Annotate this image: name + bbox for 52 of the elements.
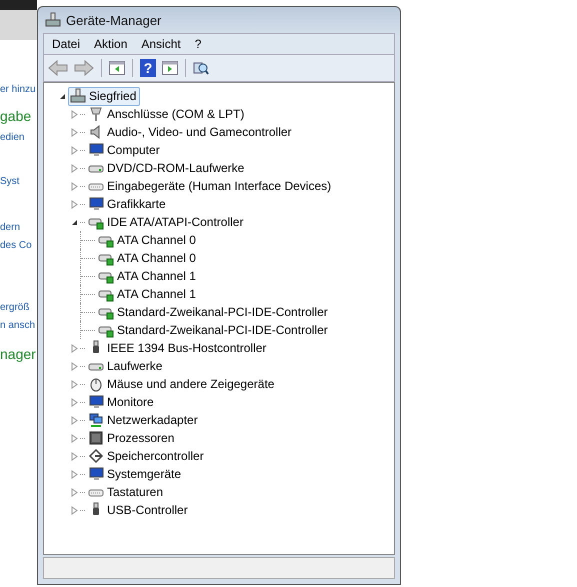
- tree-item[interactable]: USB-Controller: [86, 500, 192, 520]
- tree-item[interactable]: Prozessoren: [86, 428, 178, 448]
- tree-item[interactable]: ATA Channel 1: [96, 266, 200, 286]
- background-link[interactable]: Syst: [0, 176, 20, 187]
- tree-item[interactable]: ATA Channel 0: [96, 248, 200, 268]
- tree-item[interactable]: IDE ATA/ATAPI-Controller: [86, 212, 248, 232]
- tree-item[interactable]: DVD/CD-ROM-Laufwerke: [86, 158, 248, 178]
- tree-item[interactable]: Audio-, Video- und Gamecontroller: [86, 122, 296, 142]
- background-link[interactable]: ergröß: [0, 302, 30, 313]
- storage-icon: [88, 448, 104, 464]
- menu-item[interactable]: ?: [188, 36, 208, 52]
- monitor-icon: [88, 466, 104, 482]
- monitor-icon: [88, 142, 104, 158]
- tree-item[interactable]: Monitore: [86, 392, 158, 412]
- tree-item[interactable]: Speichercontroller: [86, 446, 208, 466]
- tree-item[interactable]: ATA Channel 0: [96, 230, 200, 250]
- tree-item[interactable]: Tastaturen: [86, 482, 168, 502]
- background-heading: gabe: [0, 108, 32, 124]
- background-link[interactable]: er hinzu: [0, 84, 36, 95]
- mouse-icon: [88, 376, 104, 392]
- tree-item[interactable]: Laufwerke: [86, 356, 166, 376]
- tree-item[interactable]: Siegfried: [68, 86, 140, 106]
- tree-item[interactable]: Mäuse und andere Zeigegeräte: [86, 374, 278, 394]
- tree-item[interactable]: Computer: [86, 140, 164, 160]
- tree-item[interactable]: IEEE 1394 Bus-Hostcontroller: [86, 338, 270, 358]
- menu-item[interactable]: Aktion: [88, 36, 134, 52]
- background-link[interactable]: des Co: [0, 240, 32, 251]
- tree-item[interactable]: Anschlüsse (COM & LPT): [86, 104, 248, 124]
- plug-icon: [88, 106, 104, 122]
- background-link[interactable]: dern: [0, 222, 20, 233]
- network-icon: [88, 412, 104, 428]
- expander-icon[interactable]: [58, 92, 67, 100]
- background-heading: nager: [0, 346, 36, 362]
- monitor-icon: [88, 394, 104, 410]
- tree-item[interactable]: Netzwerkadapter: [86, 410, 202, 430]
- computer-icon: [70, 88, 86, 104]
- tree-item[interactable]: Standard-Zweikanal-PCI-IDE-Controller: [96, 302, 332, 322]
- window-title: Geräte-Manager: [66, 12, 162, 28]
- tree-item[interactable]: ATA Channel 1: [96, 284, 200, 304]
- menu-item[interactable]: Ansicht: [135, 36, 187, 52]
- tree-item[interactable]: Standard-Zweikanal-PCI-IDE-Controller: [96, 320, 332, 340]
- expander-icon[interactable]: [70, 218, 79, 226]
- chip-icon: [88, 430, 104, 446]
- background-link[interactable]: n ansch: [0, 320, 36, 331]
- tree-item[interactable]: Eingabegeräte (Human Interface Devices): [86, 176, 336, 196]
- tree-item[interactable]: Grafikkarte: [86, 194, 170, 214]
- menu-item[interactable]: Datei: [46, 36, 86, 52]
- background-link[interactable]: edien: [0, 132, 24, 143]
- help-button[interactable]: ?: [138, 57, 158, 79]
- computer-icon: [45, 12, 61, 28]
- tree-item[interactable]: Systemgeräte: [86, 464, 186, 484]
- monitor-icon: [88, 196, 104, 212]
